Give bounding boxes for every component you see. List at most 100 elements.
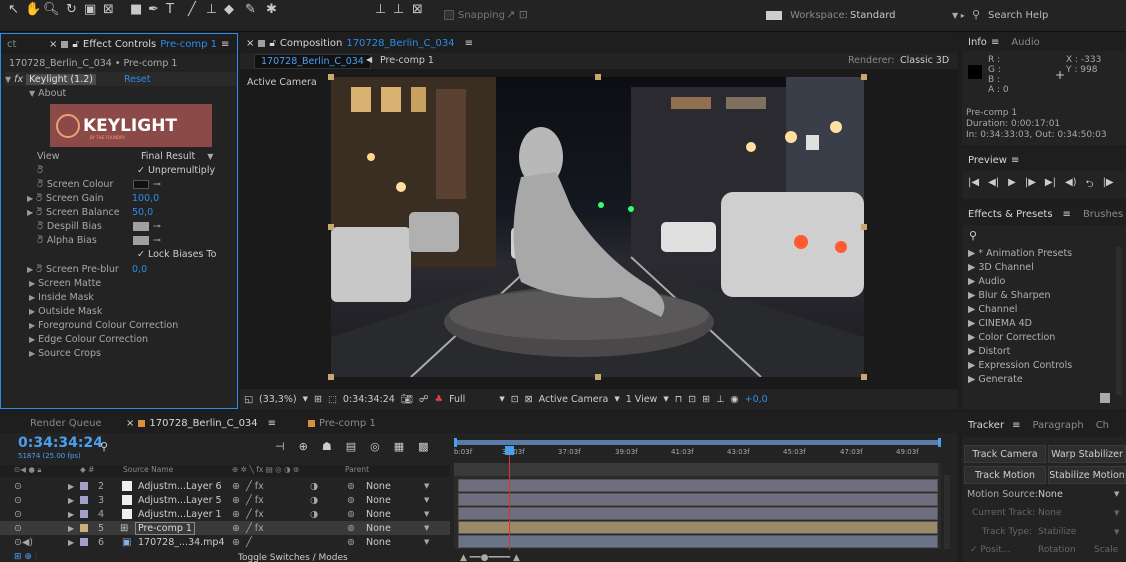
viewer-handle-tl[interactable] — [328, 74, 334, 80]
toggle-mask-icon[interactable]: ⊠ — [525, 394, 533, 405]
panel-menu-icon[interactable]: ≡ — [221, 39, 229, 50]
grid-icon[interactable]: ⊞ — [314, 394, 322, 405]
layer-row[interactable]: ⊙ ▶ 2 Adjustm...Layer 6 ⊕ ╱ fx ◑ ⊚ None … — [0, 479, 450, 493]
exposure-value[interactable]: +0,0 — [745, 394, 768, 405]
frame-blending-icon[interactable]: ▤ — [346, 440, 356, 453]
layer-switches[interactable]: ⊕ ╱ fx — [232, 481, 264, 492]
viewer-handle-ml[interactable] — [328, 224, 334, 230]
layer-switches[interactable]: ⊕ ╱ — [232, 537, 252, 548]
zoom-slider[interactable]: ▲ ━━●━━━━ ▲ — [460, 553, 520, 562]
ram-preview-icon[interactable]: |▶ — [1103, 177, 1114, 194]
track-motion-button[interactable]: Track Motion — [964, 466, 1046, 484]
screen-colour-swatch[interactable] — [132, 179, 149, 189]
layer-row[interactable]: ⊙ ▶ 3 Adjustm...Layer 5 ⊕ ╱ fx ◑ ⊚ None … — [0, 493, 450, 507]
panel-menu-icon[interactable]: ≡ — [1012, 420, 1020, 431]
track-camera-button[interactable]: Track Camera — [964, 445, 1046, 463]
draft-3d-icon[interactable]: ⊕ — [299, 440, 308, 453]
expand-triangle-icon[interactable]: ▶ — [29, 321, 35, 330]
tab-preview[interactable]: Preview ≡ — [962, 155, 1025, 166]
resolution-select[interactable]: Full — [449, 394, 465, 405]
expand-triangle-icon[interactable]: ▶ — [29, 279, 35, 288]
panel-menu-icon[interactable]: ≡ — [991, 37, 999, 48]
panel-menu-icon[interactable]: ≡ — [465, 38, 473, 49]
layer-bar[interactable] — [458, 535, 938, 548]
chevron-down-icon[interactable]: ▼ — [663, 395, 668, 403]
eyedropper-icon[interactable]: ⊸ — [153, 179, 161, 190]
parent-pickwhip-icon[interactable]: ⊚ — [347, 523, 355, 534]
hand-tool-icon[interactable]: ✋ — [25, 3, 41, 17]
group-inside-mask[interactable]: ▶ Inside Mask — [29, 290, 237, 304]
timeline-scrollbar[interactable] — [944, 475, 950, 549]
effect-header-row[interactable]: ▼ fx Keylight (1.2) Reset — [5, 72, 237, 86]
playhead[interactable] — [509, 446, 510, 550]
effects-item[interactable]: ▶ Color Correction — [968, 332, 1055, 343]
parent-select[interactable]: None — [366, 509, 391, 520]
tab-timeline-precomp[interactable]: Pre-comp 1 — [302, 418, 382, 429]
effects-item[interactable]: ▶ Expression Controls — [968, 360, 1072, 371]
expand-triangle-icon[interactable]: ▼ — [5, 75, 11, 84]
renderer-value[interactable]: Classic 3D — [900, 55, 949, 66]
expand-triangle-icon[interactable]: ▶ — [68, 496, 74, 505]
effects-item[interactable]: ▶ Generate — [968, 374, 1023, 385]
col-parent[interactable]: Parent — [345, 465, 369, 474]
workspace-menu-icon[interactable]: ▼ ▸ — [952, 11, 965, 20]
always-preview-icon[interactable]: ◱ — [244, 394, 253, 405]
tab-tracker[interactable]: Tracker ≡ — [962, 420, 1026, 431]
chevron-down-icon[interactable]: ▼ — [303, 395, 308, 403]
tab-paragraph[interactable]: Paragraph — [1026, 420, 1089, 431]
timeline-timecode[interactable]: 0:34:34:24 — [18, 435, 103, 451]
view-select[interactable]: Final Result — [141, 151, 195, 162]
tab-brushes[interactable]: Brushes — [1077, 209, 1126, 220]
panel-menu-icon[interactable]: ≡ — [1063, 209, 1071, 220]
parent-pickwhip-icon[interactable]: ⊚ — [347, 495, 355, 506]
layer-bar[interactable] — [458, 479, 938, 492]
playhead-handle[interactable] — [505, 446, 514, 455]
timeline-footer-icons[interactable]: ⊞ ⊕ ⫶ — [14, 552, 37, 562]
next-frame-icon[interactable]: |▶ — [1025, 177, 1036, 194]
pan-behind-tool-icon[interactable]: ⊠ — [103, 3, 114, 17]
stopwatch-icon[interactable]: ඊ — [37, 165, 137, 176]
position-checkbox[interactable]: ✓ Posit... — [970, 545, 1010, 555]
pen-tool-icon[interactable]: ✒ — [148, 3, 159, 17]
expand-triangle-icon[interactable]: ▶ — [68, 482, 74, 491]
time-ruler[interactable]: b:03f 35:03f 37:03f 39:03f 41:03f 43:03f… — [454, 438, 944, 462]
layer-name[interactable]: 170728_...34.mp4 — [138, 537, 225, 548]
label-color[interactable] — [80, 510, 88, 518]
parent-select[interactable]: None — [366, 481, 391, 492]
camera-tool-icon[interactable]: ▣ — [84, 3, 96, 17]
video-eye-icon[interactable]: ⊙ — [14, 523, 22, 534]
shy-icon[interactable]: ☗ — [322, 440, 332, 453]
expand-triangle-icon[interactable]: ▶ — [68, 524, 74, 533]
zoom-tool-icon[interactable]: 🔍︎ — [43, 3, 60, 17]
expand-triangle-icon[interactable]: ▶ — [29, 349, 35, 358]
viewer-handle-bm[interactable] — [595, 374, 601, 380]
tab-audio[interactable]: Audio — [1005, 37, 1045, 48]
effects-item[interactable]: ▶ Audio — [968, 276, 1005, 287]
expand-triangle-icon[interactable]: ▶ — [27, 265, 33, 274]
group-source-crops[interactable]: ▶ Source Crops — [29, 346, 237, 360]
channel-icon[interactable]: ♣ — [435, 394, 444, 405]
parent-pickwhip-icon[interactable]: ⊚ — [347, 509, 355, 520]
workspace-icon[interactable] — [766, 11, 782, 20]
expand-triangle-icon[interactable]: ▶ — [29, 293, 35, 302]
eyedropper-icon[interactable]: ⊸ — [153, 221, 161, 232]
viewer-handle-tr[interactable] — [861, 74, 867, 80]
snapping-checkbox[interactable] — [444, 10, 454, 20]
chevron-down-icon[interactable]: ▼ — [424, 496, 429, 504]
show-snapshot-icon[interactable]: ☍ — [419, 394, 429, 405]
last-frame-icon[interactable]: ▶| — [1045, 177, 1056, 194]
expand-triangle-icon[interactable]: ▶ — [68, 538, 74, 547]
warp-stabilizer-button[interactable]: Warp Stabilizer — [1048, 445, 1126, 463]
scale-checkbox[interactable]: Scale — [1094, 545, 1118, 555]
work-area-start[interactable] — [454, 438, 457, 447]
audio-icon[interactable]: ◀) — [1065, 177, 1077, 194]
motion-source-select[interactable]: None — [1038, 489, 1063, 500]
layer-row-selected[interactable]: ⊙ ▶ 5 ⊞ Pre-comp 1 ⊕ ╱ fx ⊚ None ▼ — [0, 521, 450, 535]
close-icon[interactable]: × — [246, 38, 254, 49]
layer-switches[interactable]: ⊕ ╱ fx — [232, 495, 264, 506]
stabilize-motion-button[interactable]: Stabilize Motion — [1048, 466, 1126, 484]
current-track-select[interactable]: None — [1038, 508, 1061, 518]
label-color[interactable] — [80, 496, 88, 504]
screen-preblur-value[interactable]: 0,0 — [132, 264, 147, 275]
layer-switches[interactable]: ⊕ ╱ fx — [232, 523, 264, 534]
